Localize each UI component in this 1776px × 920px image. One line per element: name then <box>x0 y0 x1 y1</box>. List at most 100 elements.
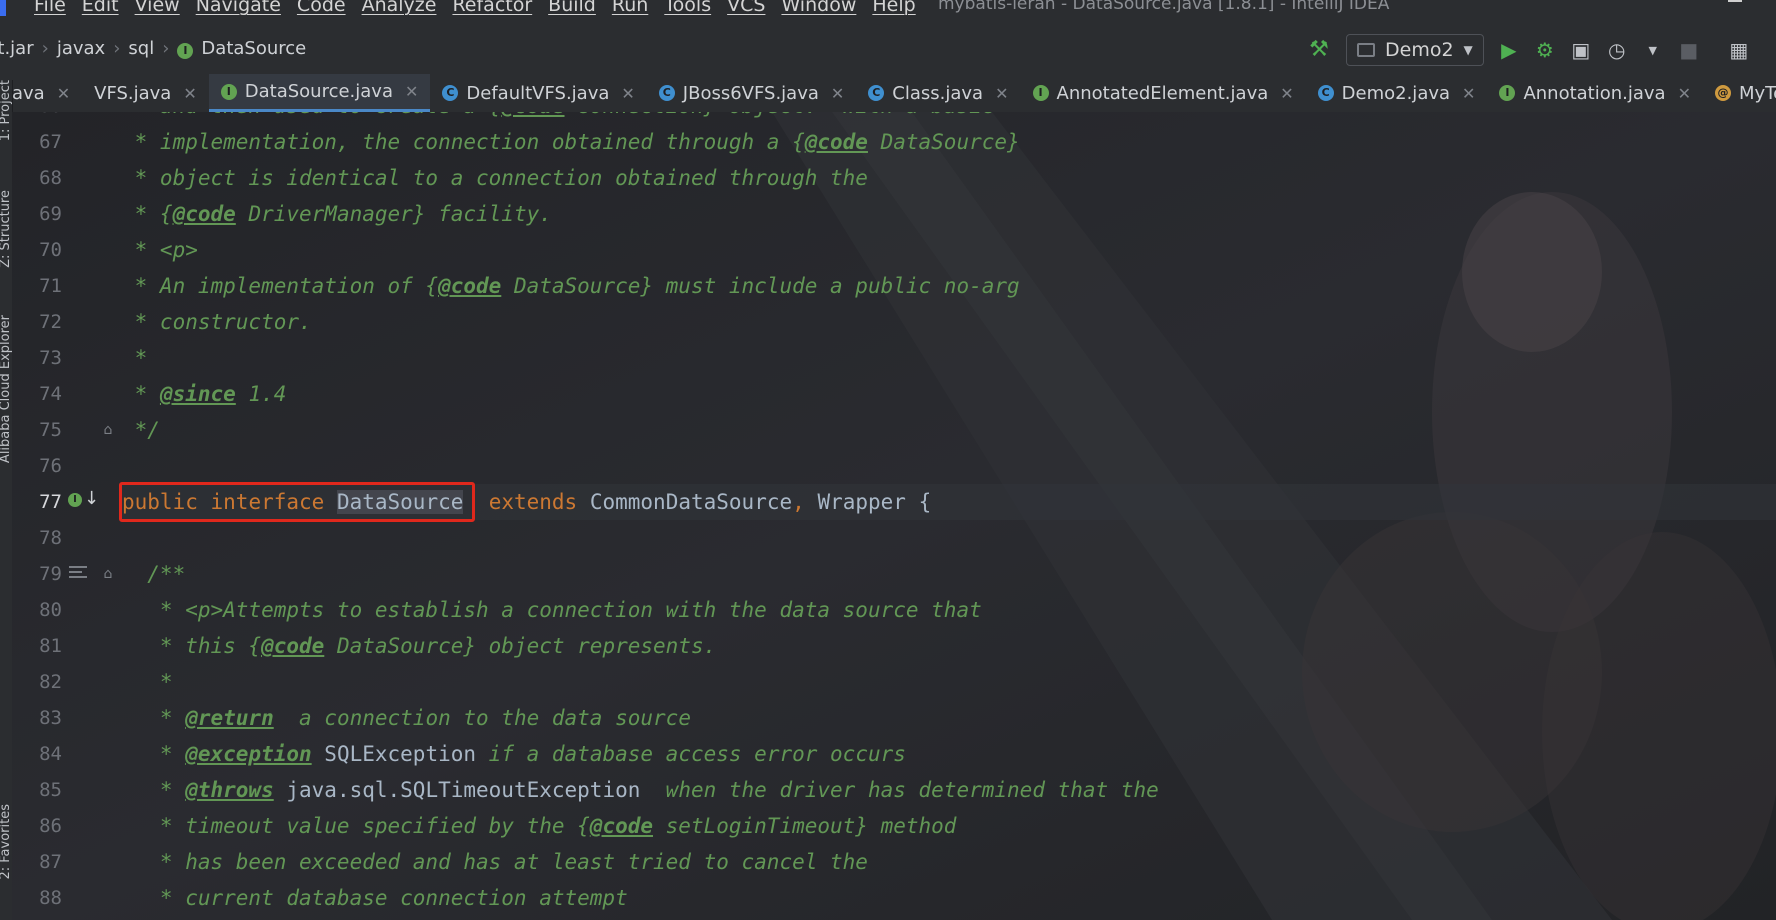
build-hammer-icon[interactable]: ⚒ <box>1306 37 1332 63</box>
code-text[interactable]: * this {@code DataSource} object represe… <box>122 628 716 664</box>
line-number[interactable]: 74 <box>12 376 62 412</box>
menu-file[interactable]: File <box>34 0 66 16</box>
minimize-icon[interactable] <box>1728 0 1742 2</box>
line-number[interactable]: 76 <box>12 448 62 484</box>
breadcrumb-package-sql[interactable]: sql <box>128 38 154 59</box>
tab-annotatedelement-java[interactable]: I AnnotatedElement.java ✕ <box>1021 74 1306 112</box>
line-number[interactable]: 80 <box>12 592 62 628</box>
line-number[interactable]: 79 <box>12 556 62 592</box>
coverage-icon[interactable]: ▣ <box>1570 38 1592 62</box>
tab-defaultvfs-java[interactable]: C DefaultVFS.java ✕ <box>430 74 646 112</box>
close-tab-icon[interactable]: ✕ <box>57 84 70 103</box>
line-number[interactable]: 86 <box>12 808 62 844</box>
code-text[interactable]: * {@code DriverManager} facility. <box>122 196 552 232</box>
code-text[interactable]: * has been exceeded and has at least tri… <box>122 844 868 880</box>
tab-ava[interactable]: ava ✕ <box>12 74 82 112</box>
fold-marker-icon[interactable]: ⌂ <box>101 422 115 438</box>
tab-vfs-java[interactable]: VFS.java ✕ <box>82 74 209 112</box>
run-configuration-select[interactable]: Demo2 ▼ <box>1346 34 1484 66</box>
profile-icon[interactable]: ◷ <box>1606 38 1628 62</box>
close-tab-icon[interactable]: ✕ <box>831 84 844 103</box>
menu-run[interactable]: Run <box>612 0 648 16</box>
menu-refactor[interactable]: Refactor <box>452 0 532 16</box>
code-text[interactable]: * @exception SQLException if a database … <box>122 736 906 772</box>
menu-tools[interactable]: Tools <box>664 0 711 16</box>
menu-view[interactable]: View <box>135 0 180 16</box>
code-text[interactable]: * <p> <box>122 232 198 268</box>
code-text[interactable]: * object is identical to a connection ob… <box>122 160 868 196</box>
code-line: 79 ⌂ /** <box>12 556 1776 592</box>
code-editor[interactable]: 66 * and then used to create a {@code Co… <box>12 112 1776 920</box>
close-tab-icon[interactable]: ✕ <box>995 84 1008 103</box>
chevron-right-icon: › <box>162 38 170 59</box>
tab-datasource-java[interactable]: I DataSource.java ✕ <box>208 74 431 112</box>
line-number[interactable]: 75 <box>12 412 62 448</box>
tab-label: Class.java <box>892 82 984 104</box>
code-text[interactable]: * @since 1.4 <box>122 376 287 412</box>
menu-window[interactable]: Window <box>781 0 856 16</box>
fold-marker-icon[interactable]: ⌂ <box>101 566 115 582</box>
close-tab-icon[interactable]: ✕ <box>405 82 418 101</box>
menu-build[interactable]: Build <box>548 0 596 16</box>
tab-jboss6vfs-java[interactable]: C JBoss6VFS.java ✕ <box>647 74 857 112</box>
close-tab-icon[interactable]: ✕ <box>1678 84 1691 103</box>
code-text[interactable]: * timeout value specified by the {@code … <box>122 808 957 844</box>
line-number[interactable]: 81 <box>12 628 62 664</box>
breadcrumb-jar[interactable]: rt.jar <box>0 38 34 59</box>
run-icon[interactable]: ▶ <box>1498 38 1520 62</box>
code-text[interactable]: * An implementation of {@code DataSource… <box>122 268 1020 304</box>
tab-mytestan[interactable]: @ MyTestAn <box>1703 74 1776 112</box>
menu-help[interactable]: Help <box>872 0 915 16</box>
go-to-implementation-arrow-icon[interactable]: ↓ <box>84 488 99 509</box>
more-run-options-icon[interactable]: ▼ <box>1642 39 1664 61</box>
tab-demo2-java[interactable]: C Demo2.java ✕ <box>1306 74 1488 112</box>
menu-edit[interactable]: Edit <box>82 0 119 16</box>
line-number[interactable]: 67 <box>12 124 62 160</box>
line-number[interactable]: 82 <box>12 664 62 700</box>
menu-code[interactable]: Code <box>297 0 346 16</box>
menu-navigate[interactable]: Navigate <box>196 0 281 16</box>
line-number[interactable]: 84 <box>12 736 62 772</box>
line-number[interactable]: 68 <box>12 160 62 196</box>
line-number[interactable]: 77 <box>12 484 62 520</box>
code-text[interactable]: * <box>122 664 173 700</box>
code-token: DriverManager} facility. <box>235 202 552 226</box>
line-number[interactable]: 71 <box>12 268 62 304</box>
close-tab-icon[interactable]: ✕ <box>1280 84 1293 103</box>
close-tab-icon[interactable]: ✕ <box>183 84 196 103</box>
line-number[interactable]: 87 <box>12 844 62 880</box>
code-token: if a database access error occurs <box>476 742 906 766</box>
code-text[interactable]: * implementation, the connection obtaine… <box>122 124 1020 160</box>
debug-icon[interactable]: ⚙ <box>1534 38 1556 62</box>
close-tab-icon[interactable]: ✕ <box>1462 84 1475 103</box>
line-number[interactable]: 83 <box>12 700 62 736</box>
tab-annotation-java[interactable]: I Annotation.java ✕ <box>1487 74 1703 112</box>
line-number[interactable]: 73 <box>12 340 62 376</box>
implemented-interface-icon[interactable]: I <box>68 493 82 507</box>
breadcrumb-class[interactable]: I DataSource <box>177 38 306 59</box>
line-number[interactable]: 72 <box>12 304 62 340</box>
line-number[interactable]: 69 <box>12 196 62 232</box>
menu-vcs[interactable]: VCS <box>727 0 765 16</box>
code-text[interactable]: * @throws java.sql.SQLTimeoutException w… <box>122 772 1159 808</box>
line-number[interactable]: 78 <box>12 520 62 556</box>
code-text[interactable]: * current database connection attempt <box>122 880 628 916</box>
code-text[interactable]: * <p>Attempts to establish a connection … <box>122 592 982 628</box>
breadcrumb-package-javax[interactable]: javax <box>57 38 105 59</box>
code-text[interactable]: * and then used to create a {@code Conne… <box>122 112 995 124</box>
line-number[interactable]: 88 <box>12 880 62 916</box>
stop-icon[interactable]: ■ <box>1678 38 1700 62</box>
line-number[interactable]: 85 <box>12 772 62 808</box>
line-number[interactable]: 66 <box>12 112 62 124</box>
code-text[interactable]: */ <box>122 412 160 448</box>
close-tab-icon[interactable]: ✕ <box>621 84 634 103</box>
project-structure-icon[interactable]: ▦ <box>1728 38 1750 62</box>
code-text[interactable]: /** <box>122 556 185 592</box>
code-text[interactable]: * @return a connection to the data sourc… <box>122 700 691 736</box>
rendered-doc-toggle-icon[interactable] <box>69 566 87 582</box>
code-text[interactable]: * constructor. <box>122 304 312 340</box>
tab-class-java[interactable]: C Class.java ✕ <box>856 74 1020 112</box>
menu-analyze[interactable]: Analyze <box>362 0 437 16</box>
line-number[interactable]: 70 <box>12 232 62 268</box>
code-text[interactable]: * <box>122 340 148 376</box>
